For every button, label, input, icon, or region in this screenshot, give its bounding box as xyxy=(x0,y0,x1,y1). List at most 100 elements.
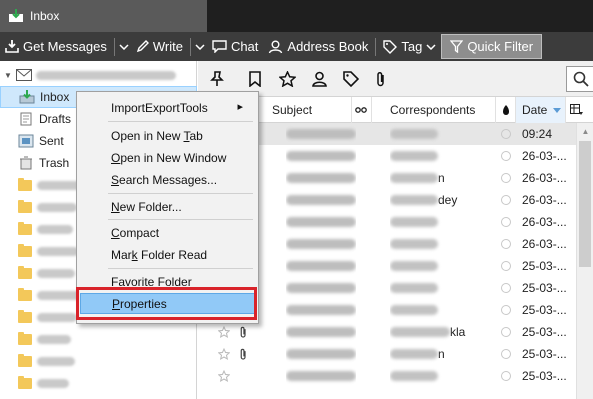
correspondent-cell: n xyxy=(390,343,490,365)
unread-dot-icon xyxy=(501,283,511,293)
column-subject-label: Subject xyxy=(272,103,313,117)
trash-icon xyxy=(20,156,32,170)
chat-button[interactable]: Chat xyxy=(207,34,263,59)
column-correspondents[interactable]: Correspondents xyxy=(372,97,496,123)
subject-cell xyxy=(286,145,356,167)
bookmark-icon xyxy=(249,71,261,87)
star-toggle[interactable] xyxy=(218,343,230,365)
table-row[interactable]: kla 25-03-... xyxy=(198,321,576,343)
correspondent-text: dey xyxy=(438,193,458,207)
search-icon xyxy=(573,71,589,87)
column-read-status[interactable] xyxy=(496,97,516,123)
subject-cell xyxy=(286,255,356,277)
subject-redacted xyxy=(286,151,356,161)
menu-item-mark-folder-read[interactable]: Mark Folder Read xyxy=(80,244,255,265)
correspondent-cell xyxy=(390,299,490,321)
starred-filter-toggle[interactable] xyxy=(278,70,296,88)
main-toolbar: Get Messages Write Chat Address Book Tag xyxy=(0,32,593,61)
folder-sent-label: Sent xyxy=(39,134,64,148)
table-row[interactable]: n 25-03-... xyxy=(198,343,576,365)
folder-name-redacted xyxy=(37,290,81,300)
contact-icon xyxy=(311,71,327,87)
unread-dot-icon xyxy=(501,371,511,381)
date-cell: 26-03-... xyxy=(522,237,567,251)
quick-filter-search[interactable] xyxy=(566,66,593,92)
write-button[interactable]: Write xyxy=(131,34,188,59)
menu-item-search-messages[interactable]: Search Messages... xyxy=(80,169,255,190)
message-list-scrollbar[interactable]: ▲ xyxy=(576,123,593,399)
unread-filter-toggle[interactable] xyxy=(246,70,264,88)
toolbar-divider xyxy=(189,37,191,56)
column-subject[interactable]: Subject xyxy=(266,97,352,123)
star-toggle[interactable] xyxy=(218,321,230,343)
menu-item-label: Open in New Tab xyxy=(111,129,203,143)
quick-filter-button[interactable]: Quick Filter xyxy=(441,34,543,59)
menu-item-label: Compact xyxy=(111,226,159,240)
folder-item[interactable] xyxy=(0,350,197,372)
inbox-tab-icon xyxy=(9,9,23,22)
column-date[interactable]: Date xyxy=(516,97,566,123)
column-correspondents-label: Correspondents xyxy=(390,103,476,117)
accesskey: S xyxy=(111,172,120,187)
chevron-down-icon xyxy=(195,43,205,50)
read-status-dot[interactable] xyxy=(501,233,511,255)
contact-filter-toggle[interactable] xyxy=(310,70,328,88)
write-dropdown[interactable] xyxy=(193,34,207,59)
column-picker[interactable] xyxy=(566,97,593,123)
address-book-button[interactable]: Address Book xyxy=(263,34,373,59)
menu-separator xyxy=(108,268,253,269)
read-status-dot[interactable] xyxy=(501,167,511,189)
menu-item-open-new-window[interactable]: Open in New Window xyxy=(80,147,255,168)
unread-dot-icon xyxy=(501,173,511,183)
scrollbar-thumb[interactable] xyxy=(579,141,591,267)
subject-cell xyxy=(286,189,356,211)
read-status-dot[interactable] xyxy=(501,365,511,387)
folder-item[interactable] xyxy=(0,372,197,394)
correspondent-text: n xyxy=(438,171,445,185)
read-status-dot[interactable] xyxy=(501,343,511,365)
menu-item-importexporttools[interactable]: ImportExportTools ▸ xyxy=(80,97,255,118)
accesskey: N xyxy=(111,199,120,214)
get-messages-dropdown[interactable] xyxy=(117,34,131,59)
menu-item-compact[interactable]: Compact xyxy=(80,222,255,243)
submenu-arrow-icon: ▸ xyxy=(237,101,243,113)
pin-icon xyxy=(210,71,224,86)
read-status-dot[interactable] xyxy=(501,211,511,233)
column-thread[interactable] xyxy=(352,97,372,123)
paperclip-icon xyxy=(240,348,246,360)
read-status-dot[interactable] xyxy=(501,277,511,299)
label-text: pen in New Window xyxy=(120,150,227,165)
folder-item[interactable] xyxy=(0,328,197,350)
correspondent-text: kla xyxy=(450,325,466,339)
star-toggle[interactable] xyxy=(218,365,230,387)
label-text: Open in New xyxy=(111,128,184,143)
paperclip-icon xyxy=(240,326,246,338)
chevron-down-icon[interactable]: ▼ xyxy=(4,71,12,80)
menu-item-open-new-tab[interactable]: Open in New Tab xyxy=(80,125,255,146)
account-row[interactable]: ▼ xyxy=(0,64,197,86)
tab-inbox[interactable]: Inbox xyxy=(0,0,207,32)
table-row[interactable]: 25-03-... xyxy=(198,365,576,387)
read-status-dot[interactable] xyxy=(501,321,511,343)
unread-dot-icon xyxy=(501,261,511,271)
scroll-up-arrow-icon[interactable]: ▲ xyxy=(577,123,593,139)
subject-cell xyxy=(286,321,356,343)
sticky-filter-toggle[interactable] xyxy=(208,70,226,88)
read-status-dot[interactable] xyxy=(501,299,511,321)
read-status-dot[interactable] xyxy=(501,123,511,145)
folder-icon xyxy=(18,221,32,235)
attachment-filter-toggle[interactable] xyxy=(372,70,390,88)
menu-item-new-folder[interactable]: New Folder... xyxy=(80,196,255,217)
tag-filter-toggle[interactable] xyxy=(342,70,360,88)
download-icon xyxy=(5,40,19,53)
subject-cell xyxy=(286,299,356,321)
correspondent-cell xyxy=(390,255,490,277)
read-status-dot[interactable] xyxy=(501,255,511,277)
get-messages-button[interactable]: Get Messages xyxy=(0,34,112,59)
tag-button[interactable]: Tag xyxy=(378,34,441,59)
correspondent-cell: dey xyxy=(390,189,490,211)
read-status-dot[interactable] xyxy=(501,145,511,167)
read-status-dot[interactable] xyxy=(501,189,511,211)
subject-cell xyxy=(286,365,356,387)
date-cell: 25-03-... xyxy=(522,347,567,361)
